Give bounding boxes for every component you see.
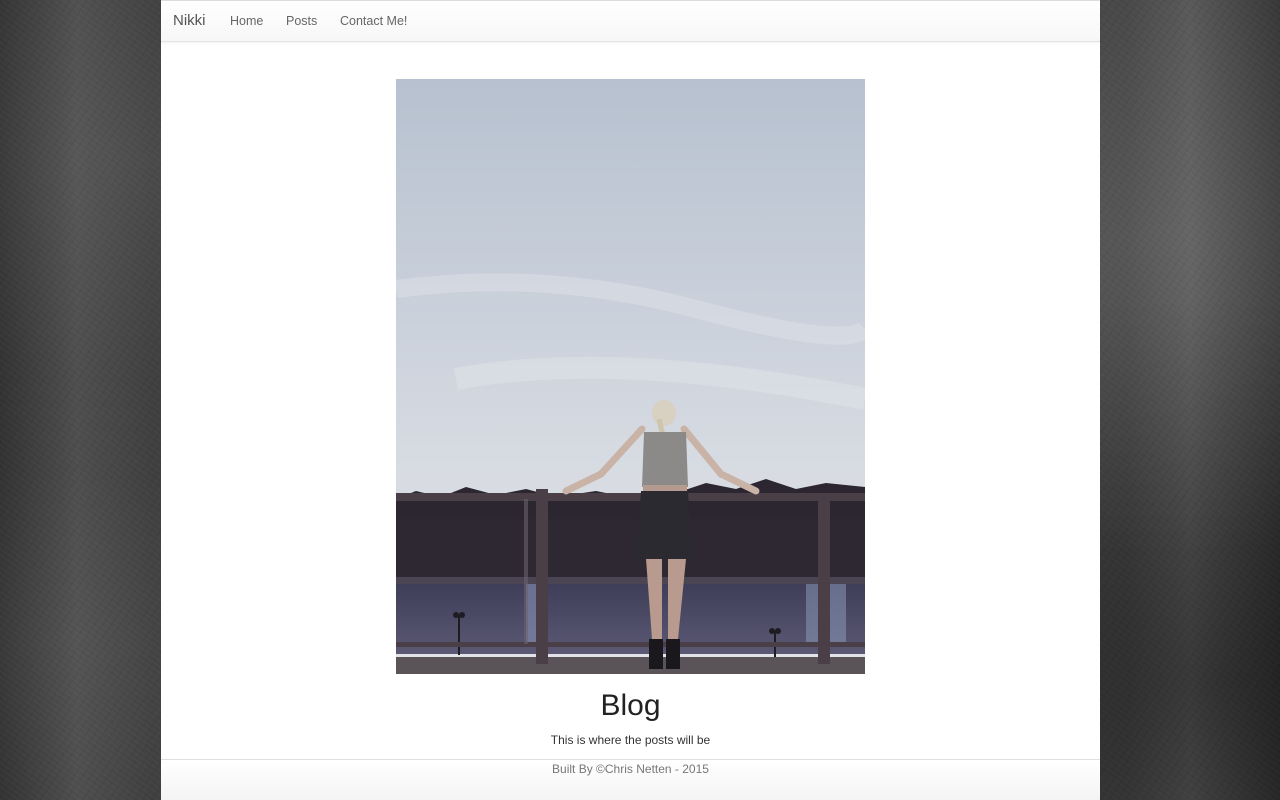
footer: Built By ©Chris Netten - 2015 [161, 759, 1100, 800]
hero-photo [396, 79, 865, 674]
footer-text: Built By ©Chris Netten - 2015 [552, 762, 709, 776]
nav-link-contact[interactable]: Contact Me! [340, 14, 407, 28]
nav-link-posts[interactable]: Posts [286, 14, 317, 28]
page-title: Blog [600, 689, 661, 722]
page-subtitle: This is where the posts will be [550, 733, 711, 747]
page-container: Nikki Home Posts Contact Me! Blog This i… [161, 0, 1100, 800]
brand-link[interactable]: Nikki [173, 12, 206, 29]
nav-link-home[interactable]: Home [230, 14, 263, 28]
navbar: Nikki Home Posts Contact Me! [161, 0, 1100, 42]
